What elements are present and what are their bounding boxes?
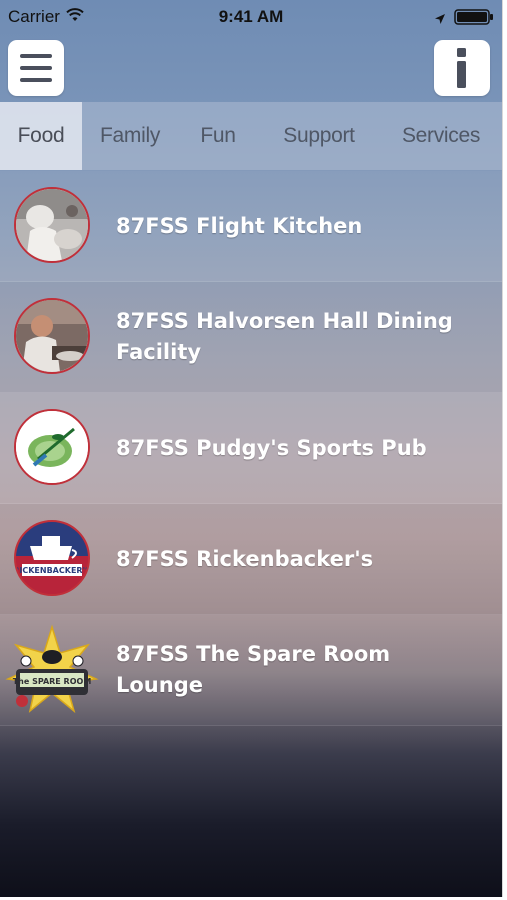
- info-button[interactable]: [434, 40, 490, 96]
- tab-fun[interactable]: Fun: [178, 102, 258, 170]
- tab-food[interactable]: Food: [0, 102, 82, 170]
- list-item[interactable]: RICKENBACKER'S 87FSS Rickenbacker's: [0, 504, 502, 615]
- category-tab-bar: Food Family Fun Support Services: [0, 102, 502, 170]
- list-item-label: 87FSS The Spare Room Lounge: [116, 642, 391, 697]
- food-venue-list: 87FSS Flight Kitchen 87FSS Halvorsen Hal…: [0, 171, 502, 726]
- list-item-label: 87FSS Rickenbacker's: [116, 546, 374, 571]
- rickenbackers-logo-thumbnail: RICKENBACKER'S: [14, 520, 90, 596]
- list-item-label: 87FSS Halvorsen Hall Dining Facility: [116, 309, 453, 364]
- dining-photo-thumbnail: [14, 298, 90, 374]
- list-item[interactable]: The SPARE ROOM 87FSS The Spare Room Loun…: [0, 615, 502, 726]
- list-item[interactable]: 87FSS Flight Kitchen: [0, 171, 502, 282]
- status-bar: Carrier 9:41 AM: [0, 0, 502, 34]
- pub-logo-thumbnail: [14, 409, 90, 485]
- info-icon: [457, 48, 466, 88]
- spare-room-logo-text: The SPARE ROOM: [13, 677, 92, 686]
- status-right: [434, 9, 494, 30]
- app-screen: Carrier 9:41 AM Food Family Fun Support …: [0, 0, 503, 897]
- rickenbackers-logo-text: RICKENBACKER'S: [16, 566, 88, 575]
- tab-family[interactable]: Family: [82, 102, 178, 170]
- list-item-label: 87FSS Pudgy's Sports Pub: [116, 435, 427, 460]
- tab-services[interactable]: Services: [380, 102, 502, 170]
- list-item-label: 87FSS Flight Kitchen: [116, 213, 363, 238]
- status-time: 9:41 AM: [218, 7, 284, 26]
- tab-support[interactable]: Support: [258, 102, 380, 170]
- list-item[interactable]: 87FSS Halvorsen Hall Dining Facility: [0, 282, 502, 393]
- hamburger-menu-button[interactable]: [8, 40, 64, 96]
- chef-photo-thumbnail: [14, 187, 90, 263]
- spare-room-logo: The SPARE ROOM: [4, 623, 100, 719]
- battery-icon: [454, 9, 494, 30]
- list-item[interactable]: 87FSS Pudgy's Sports Pub: [0, 393, 502, 504]
- location-arrow-icon: [434, 10, 446, 30]
